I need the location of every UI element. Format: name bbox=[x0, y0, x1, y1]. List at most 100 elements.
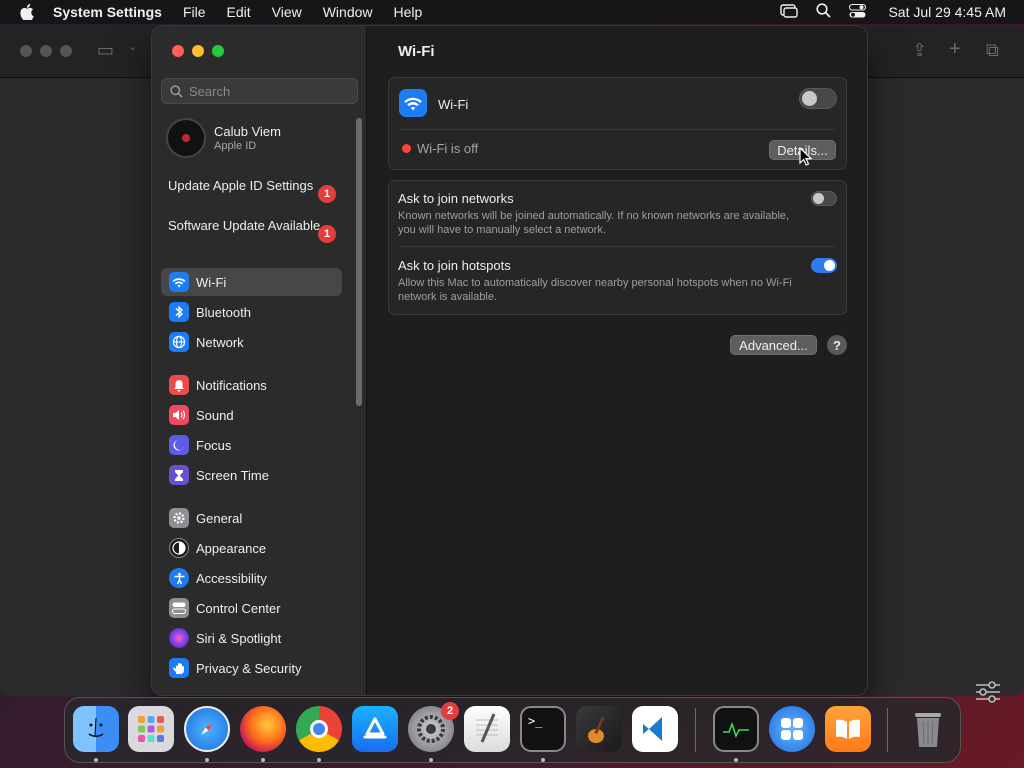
network-options-card: Ask to join networks Known networks will… bbox=[388, 180, 847, 315]
plus-icon[interactable]: + bbox=[949, 38, 961, 61]
textedit-icon[interactable] bbox=[464, 706, 510, 752]
control-center-icon bbox=[169, 598, 189, 618]
bg-window-minimize[interactable] bbox=[40, 45, 52, 57]
firefox-icon[interactable] bbox=[240, 706, 286, 752]
hand-icon bbox=[169, 658, 189, 678]
dock: 2 >_ bbox=[64, 697, 961, 763]
sidebar-item-label: Siri & Spotlight bbox=[196, 630, 282, 646]
control-center-icon[interactable] bbox=[849, 3, 867, 21]
trash-icon[interactable] bbox=[905, 706, 951, 752]
menu-edit[interactable]: Edit bbox=[227, 4, 251, 20]
bell-icon bbox=[169, 375, 189, 395]
wifi-status-text: Wi-Fi is off bbox=[417, 141, 479, 156]
sidebar-item-accessibility[interactable]: Accessibility bbox=[161, 564, 342, 592]
hourglass-icon bbox=[169, 465, 189, 485]
page-title: Wi-Fi bbox=[398, 43, 435, 60]
books-icon[interactable] bbox=[825, 706, 871, 752]
ask-networks-toggle[interactable] bbox=[811, 191, 837, 206]
chevron-down-icon[interactable]: ⌄ bbox=[128, 40, 137, 53]
dock-separator bbox=[695, 708, 696, 752]
tabs-overview-icon[interactable]: ⧉ bbox=[986, 40, 999, 61]
accessibility-icon bbox=[169, 568, 189, 588]
chrome-icon[interactable] bbox=[296, 706, 342, 752]
sidebar-item-bluetooth[interactable]: Bluetooth bbox=[161, 298, 342, 326]
window-zoom-button[interactable] bbox=[212, 45, 224, 57]
activity-monitor-icon[interactable] bbox=[713, 706, 759, 752]
sidebar-item-privacy-security[interactable]: Privacy & Security bbox=[161, 654, 342, 682]
bg-window-close[interactable] bbox=[20, 45, 32, 57]
share-icon[interactable]: ⇪ bbox=[912, 40, 927, 61]
bg-window-zoom[interactable] bbox=[60, 45, 72, 57]
screen-mirroring-icon[interactable] bbox=[780, 3, 799, 21]
menu-view[interactable]: View bbox=[272, 4, 302, 20]
wifi-icon bbox=[399, 89, 427, 117]
appearance-icon bbox=[169, 538, 189, 558]
sidebar-scrollbar[interactable] bbox=[356, 118, 362, 406]
ask-hotspots-description: Allow this Mac to automatically discover… bbox=[398, 277, 792, 303]
moon-icon bbox=[169, 435, 189, 455]
menu-file[interactable]: File bbox=[183, 4, 206, 20]
menu-help[interactable]: Help bbox=[394, 4, 423, 20]
search-input[interactable]: Search bbox=[161, 78, 358, 104]
apple-id-profile[interactable]: Calub Viem Apple ID bbox=[166, 118, 281, 158]
sliders-icon[interactable] bbox=[975, 680, 1001, 704]
sidebar-item-label: Screen Time bbox=[196, 467, 269, 483]
gear-icon bbox=[169, 508, 189, 528]
update-apple-id-notice[interactable]: Update Apple ID Settings bbox=[168, 178, 338, 194]
vscode-icon[interactable] bbox=[632, 706, 678, 752]
sidebar-item-label: Wi-Fi bbox=[196, 274, 227, 290]
search-icon bbox=[170, 84, 183, 98]
menubar: System Settings File Edit View Window He… bbox=[0, 0, 1024, 24]
sidebar-toggle-icon[interactable]: ▭ bbox=[97, 40, 114, 61]
running-indicator bbox=[94, 758, 98, 762]
launchpad-icon[interactable] bbox=[128, 706, 174, 752]
running-indicator bbox=[734, 758, 738, 762]
search-placeholder: Search bbox=[189, 83, 231, 99]
menu-window[interactable]: Window bbox=[323, 4, 373, 20]
advanced-button[interactable]: Advanced... bbox=[730, 335, 817, 355]
running-indicator bbox=[205, 758, 209, 762]
avatar bbox=[166, 118, 206, 158]
window-close-button[interactable] bbox=[172, 45, 184, 57]
sidebar-item-label: Privacy & Security bbox=[196, 660, 302, 676]
finder-icon[interactable] bbox=[73, 706, 119, 752]
menubar-clock[interactable]: Sat Jul 29 4:45 AM bbox=[888, 4, 1006, 20]
sidebar-item-label: Bluetooth bbox=[196, 304, 251, 320]
sidebar-item-focus[interactable]: Focus bbox=[161, 431, 342, 459]
terminal-icon[interactable]: >_ bbox=[520, 706, 566, 752]
sidebar-item-wifi[interactable]: Wi-Fi bbox=[161, 268, 342, 296]
sidebar-item-label: Sound bbox=[196, 407, 234, 423]
notice-badge: 1 bbox=[318, 185, 336, 203]
sidebar-item-appearance[interactable]: Appearance bbox=[161, 534, 342, 562]
mouse-cursor-icon bbox=[799, 147, 812, 166]
help-button[interactable]: ? bbox=[827, 335, 847, 355]
garageband-icon[interactable] bbox=[576, 706, 622, 752]
sidebar-item-label: Focus bbox=[196, 437, 232, 453]
software-update-notice[interactable]: Software Update Available bbox=[168, 218, 338, 234]
bluetooth-icon bbox=[169, 302, 189, 322]
safari-icon[interactable] bbox=[184, 706, 230, 752]
sidebar-item-sound[interactable]: Sound bbox=[161, 401, 342, 429]
wifi-toggle[interactable] bbox=[799, 88, 837, 109]
app-store-icon[interactable] bbox=[352, 706, 398, 752]
sidebar-item-notifications[interactable]: Notifications bbox=[161, 371, 342, 399]
divider bbox=[399, 129, 836, 130]
speaker-icon bbox=[169, 405, 189, 425]
sidebar-item-general[interactable]: General bbox=[161, 504, 342, 532]
sidebar-item-siri-spotlight[interactable]: Siri & Spotlight bbox=[161, 624, 342, 652]
sidebar-item-network[interactable]: Network bbox=[161, 328, 342, 356]
menu-app-name[interactable]: System Settings bbox=[53, 4, 162, 20]
profile-subtitle: Apple ID bbox=[214, 140, 257, 152]
ask-hotspots-toggle[interactable] bbox=[811, 258, 837, 273]
ask-hotspots-title: Ask to join hotspots bbox=[398, 258, 511, 273]
ask-networks-title: Ask to join networks bbox=[398, 191, 514, 206]
window-minimize-button[interactable] bbox=[192, 45, 204, 57]
apple-logo-icon[interactable] bbox=[19, 4, 35, 20]
sidebar-item-control-center[interactable]: Control Center bbox=[161, 594, 342, 622]
sidebar-item-screen-time[interactable]: Screen Time bbox=[161, 461, 342, 489]
status-indicator bbox=[402, 144, 411, 153]
sidebar-item-label: Control Center bbox=[196, 600, 281, 616]
spotlight-search-icon[interactable] bbox=[816, 3, 832, 21]
wifi-label: Wi-Fi bbox=[438, 97, 469, 112]
mosaic-icon[interactable] bbox=[769, 706, 815, 752]
